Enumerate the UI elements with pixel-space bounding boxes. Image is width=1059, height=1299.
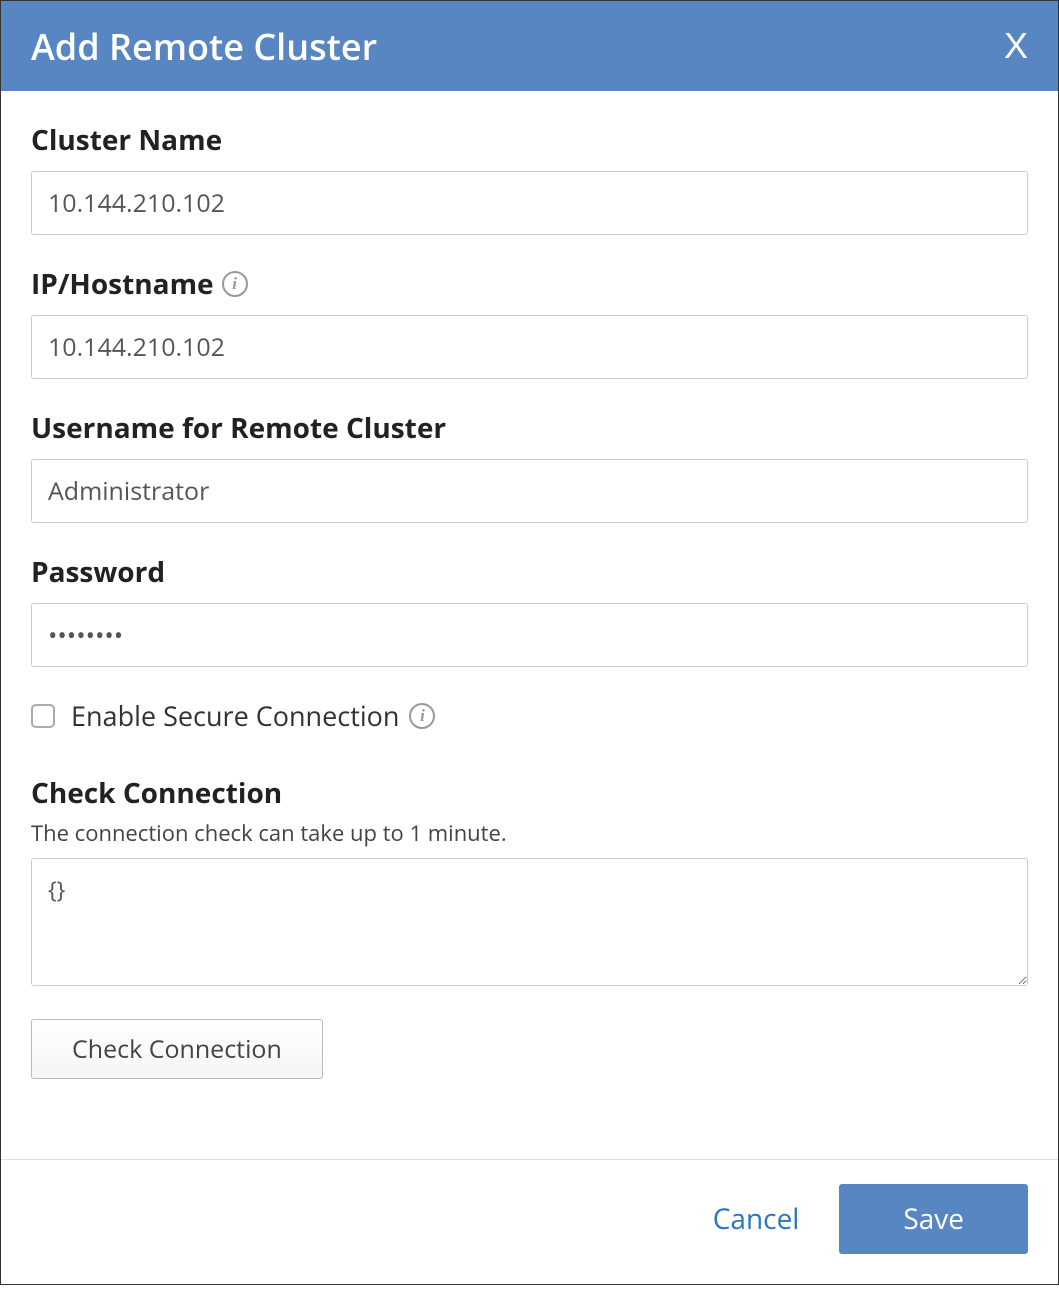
ip-hostname-label-text: IP/Hostname bbox=[31, 265, 214, 303]
ip-hostname-label: IP/Hostname i bbox=[31, 265, 1028, 303]
password-input[interactable] bbox=[31, 603, 1028, 667]
ip-hostname-group: IP/Hostname i bbox=[31, 265, 1028, 379]
check-connection-section: Check Connection The connection check ca… bbox=[31, 774, 1028, 1079]
cluster-name-input[interactable] bbox=[31, 171, 1028, 235]
secure-connection-checkbox[interactable] bbox=[31, 704, 55, 728]
username-group: Username for Remote Cluster bbox=[31, 409, 1028, 523]
info-icon[interactable]: i bbox=[409, 703, 435, 729]
check-connection-output[interactable] bbox=[31, 858, 1028, 986]
check-connection-helper: The connection check can take up to 1 mi… bbox=[31, 818, 1028, 848]
password-group: Password bbox=[31, 553, 1028, 667]
secure-connection-label: Enable Secure Connection i bbox=[71, 697, 435, 734]
modal-body: Cluster Name IP/Hostname i Username for … bbox=[1, 91, 1058, 1119]
check-connection-button[interactable]: Check Connection bbox=[31, 1019, 323, 1079]
secure-connection-row: Enable Secure Connection i bbox=[31, 697, 1028, 734]
close-icon[interactable]: X bbox=[1004, 25, 1028, 67]
info-icon[interactable]: i bbox=[222, 271, 248, 297]
username-input[interactable] bbox=[31, 459, 1028, 523]
secure-connection-label-text: Enable Secure Connection bbox=[71, 697, 399, 734]
cluster-name-group: Cluster Name bbox=[31, 121, 1028, 235]
modal-header: Add Remote Cluster X bbox=[1, 1, 1058, 91]
ip-hostname-input[interactable] bbox=[31, 315, 1028, 379]
modal-title: Add Remote Cluster bbox=[31, 22, 377, 71]
modal-footer: Cancel Save bbox=[1, 1159, 1058, 1284]
cancel-button[interactable]: Cancel bbox=[713, 1200, 800, 1238]
cluster-name-label: Cluster Name bbox=[31, 121, 1028, 159]
password-label: Password bbox=[31, 553, 1028, 591]
username-label: Username for Remote Cluster bbox=[31, 409, 1028, 447]
save-button[interactable]: Save bbox=[839, 1184, 1028, 1254]
check-connection-title: Check Connection bbox=[31, 774, 1028, 812]
